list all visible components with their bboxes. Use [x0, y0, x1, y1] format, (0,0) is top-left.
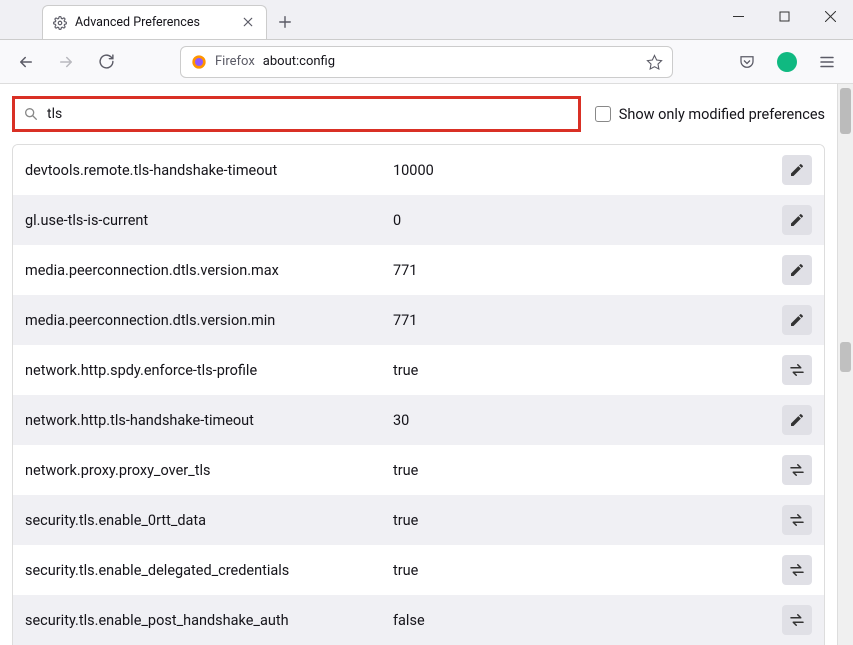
toggle-icon — [788, 611, 806, 629]
pencil-icon — [789, 262, 805, 278]
back-button[interactable] — [10, 46, 42, 78]
toggle-pref-button[interactable] — [782, 505, 812, 535]
scrollbar-thumb[interactable] — [840, 88, 851, 134]
pref-row: security.tls.enable_delegated_credential… — [13, 545, 824, 595]
pocket-icon[interactable] — [731, 46, 763, 78]
edit-pref-button[interactable] — [782, 405, 812, 435]
pref-name: security.tls.enable_0rtt_data — [25, 512, 393, 529]
pref-name: devtools.remote.tls-handshake-timeout — [25, 162, 393, 179]
pref-name: media.peerconnection.dtls.version.max — [25, 262, 393, 279]
pref-row: media.peerconnection.dtls.version.max771 — [13, 245, 824, 295]
search-icon — [23, 106, 39, 122]
pref-search-input[interactable] — [47, 106, 570, 122]
pref-value: true — [393, 512, 782, 529]
pref-value: 771 — [393, 262, 782, 279]
bookmark-star-icon[interactable] — [646, 54, 662, 70]
pencil-icon — [789, 212, 805, 228]
scrollbar-thumb[interactable] — [840, 342, 851, 372]
minimize-button[interactable] — [715, 0, 761, 32]
pencil-icon — [789, 312, 805, 328]
pref-row: network.proxy.proxy_over_tlstrue — [13, 445, 824, 495]
gear-icon — [53, 16, 67, 30]
toolbar: Firefox about:config — [0, 40, 853, 84]
pref-name: security.tls.enable_post_handshake_auth — [25, 612, 393, 629]
toggle-pref-button[interactable] — [782, 605, 812, 635]
pref-name: network.http.tls-handshake-timeout — [25, 412, 393, 429]
content-area: Show only modified preferences devtools.… — [0, 84, 837, 645]
pref-value: true — [393, 362, 782, 379]
forward-button[interactable] — [50, 46, 82, 78]
edit-pref-button[interactable] — [782, 305, 812, 335]
toggle-icon — [788, 511, 806, 529]
pref-row: network.http.tls-handshake-timeout30 — [13, 395, 824, 445]
pref-value: 771 — [393, 312, 782, 329]
pref-search-box — [12, 96, 581, 132]
pref-value: 30 — [393, 412, 782, 429]
pref-name: network.proxy.proxy_over_tls — [25, 462, 393, 479]
toggle-pref-button[interactable] — [782, 555, 812, 585]
addressbar[interactable]: Firefox about:config — [180, 46, 673, 78]
window-controls — [715, 0, 853, 32]
edit-pref-button[interactable] — [782, 255, 812, 285]
pref-row: devtools.remote.tls-handshake-timeout100… — [13, 145, 824, 195]
pref-row: media.peerconnection.dtls.version.min771 — [13, 295, 824, 345]
pref-name: gl.use-tls-is-current — [25, 212, 393, 229]
toggle-pref-button[interactable] — [782, 355, 812, 385]
pencil-icon — [789, 412, 805, 428]
close-window-button[interactable] — [807, 0, 853, 32]
pref-name: media.peerconnection.dtls.version.min — [25, 312, 393, 329]
pencil-icon — [789, 162, 805, 178]
pref-value: true — [393, 462, 782, 479]
pref-name: security.tls.enable_delegated_credential… — [25, 562, 393, 579]
addressbar-url: about:config — [263, 54, 638, 69]
toggle-pref-button[interactable] — [782, 455, 812, 485]
pref-list: devtools.remote.tls-handshake-timeout100… — [12, 144, 825, 645]
pref-value: true — [393, 562, 782, 579]
pref-row: security.tls.enable_post_handshake_authf… — [13, 595, 824, 645]
pref-value: 10000 — [393, 162, 782, 179]
pref-row: gl.use-tls-is-current0 — [13, 195, 824, 245]
show-only-modified-label: Show only modified preferences — [619, 106, 825, 123]
firefox-icon — [191, 54, 207, 70]
show-only-modified-checkbox[interactable]: Show only modified preferences — [595, 106, 825, 123]
scrollbar-track[interactable] — [837, 84, 853, 645]
browser-tab[interactable]: Advanced Preferences — [42, 5, 267, 39]
addressbar-brand: Firefox — [215, 54, 255, 69]
pref-value: 0 — [393, 212, 782, 229]
toggle-icon — [788, 561, 806, 579]
maximize-button[interactable] — [761, 0, 807, 32]
new-tab-button[interactable] — [271, 8, 299, 36]
pref-row: network.http.spdy.enforce-tls-profiletru… — [13, 345, 824, 395]
tab-title: Advanced Preferences — [75, 15, 234, 30]
toggle-icon — [788, 461, 806, 479]
menu-button[interactable] — [811, 46, 843, 78]
checkbox-icon — [595, 106, 611, 122]
toggle-icon — [788, 361, 806, 379]
titlebar: Advanced Preferences — [0, 0, 853, 40]
pref-row: security.tls.enable_0rtt_datatrue — [13, 495, 824, 545]
extension-icon[interactable] — [771, 46, 803, 78]
edit-pref-button[interactable] — [782, 155, 812, 185]
edit-pref-button[interactable] — [782, 205, 812, 235]
pref-value: false — [393, 612, 782, 629]
reload-button[interactable] — [90, 46, 122, 78]
close-tab-icon[interactable] — [242, 16, 256, 30]
pref-name: network.http.spdy.enforce-tls-profile — [25, 362, 393, 379]
